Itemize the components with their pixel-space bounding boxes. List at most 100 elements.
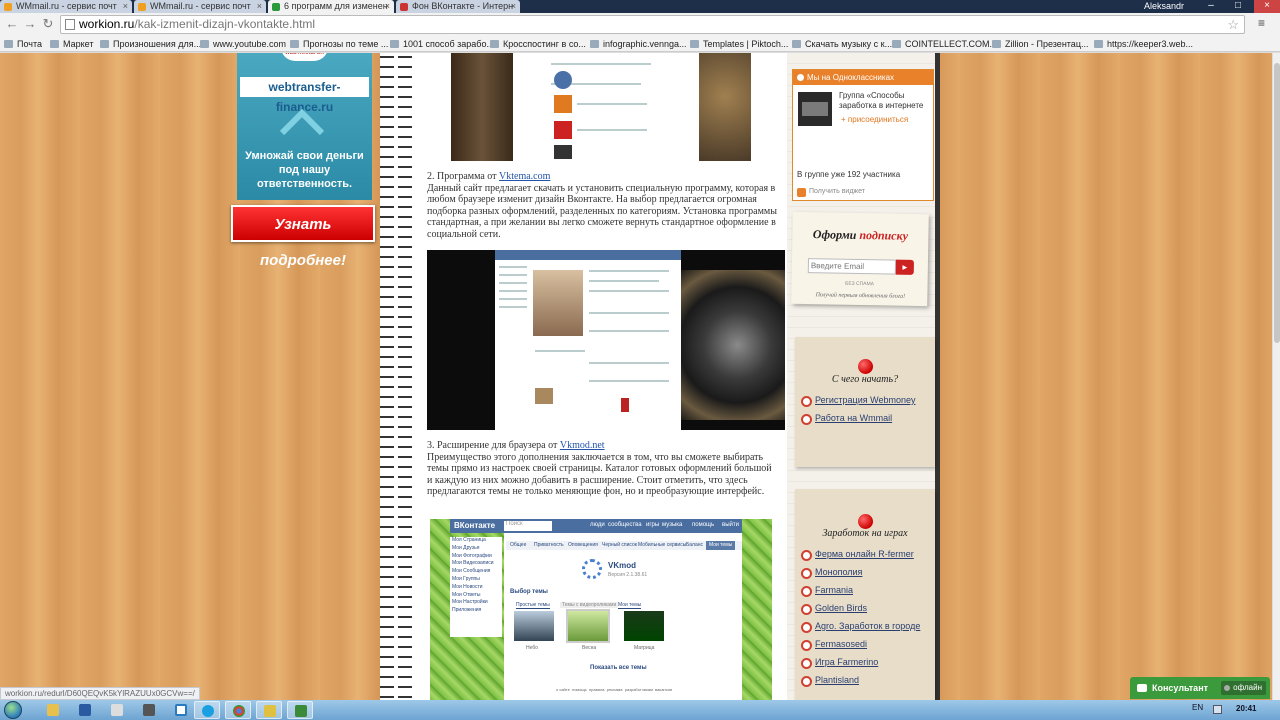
- vktema-link[interactable]: Vktema.com: [499, 171, 550, 182]
- sidebar-link[interactable]: Golden Birds: [801, 602, 931, 620]
- keyboard-language[interactable]: EN: [1192, 703, 1203, 712]
- theme-label: Небо: [526, 645, 538, 651]
- sidebar-link[interactable]: Ферма онлайн R-fermer: [801, 548, 931, 566]
- vk-settings-tab: Баланс: [686, 542, 704, 548]
- odnoklassniki-widget: Мы на Одноклассниках Группа «Способы зар…: [792, 69, 934, 201]
- sidebar-link[interactable]: Plantisland: [801, 674, 931, 692]
- vkmod-section-title: Выбор темы: [510, 589, 548, 595]
- browser-tab[interactable]: WMmail.ru - сервис почт ×: [0, 0, 132, 13]
- browser-tab[interactable]: Фон ВКонтакте - Интерн ×: [396, 0, 520, 13]
- subscribe-submit-button[interactable]: ►: [895, 259, 914, 275]
- taskbar-app[interactable]: [104, 701, 130, 719]
- bookmark-item[interactable]: www.youtube.com: [200, 38, 286, 50]
- vk-header: ВКонтакте Поиск люди сообщества игры муз…: [450, 519, 742, 533]
- bookmark-item[interactable]: Кросспостинг в со...: [490, 38, 586, 50]
- address-bar[interactable]: workion.ru/kak-izmenit-dizajn-vkontakte.…: [60, 15, 1245, 34]
- taskbar-skype[interactable]: [194, 701, 220, 719]
- start-button-icon[interactable]: [4, 701, 22, 719]
- bookmark-star-icon[interactable]: ☆: [1227, 16, 1239, 33]
- ok-group-name[interactable]: Группа «Способы заработка в интернете: [839, 91, 931, 111]
- bookmark-item[interactable]: Почта: [4, 38, 42, 50]
- vk-nav-item: музыка: [662, 522, 683, 528]
- ok-join-link[interactable]: + присоединиться: [841, 115, 908, 124]
- close-tab-icon[interactable]: ×: [385, 0, 390, 13]
- bookmark-item[interactable]: Скачать музыку с к...: [792, 38, 892, 50]
- email-field[interactable]: [807, 258, 896, 275]
- sidebar-link[interactable]: Работа на Wmmail: [801, 412, 931, 430]
- scrollbar-thumb[interactable]: [1274, 63, 1280, 343]
- left-decor-image: [451, 53, 513, 161]
- banner-tagline: Умножай свои деньги под нашу ответственн…: [245, 150, 364, 190]
- bookmark-item[interactable]: Zillion - Презентац...: [992, 38, 1088, 50]
- app-icon: [143, 704, 155, 716]
- sidebar-link[interactable]: Agro. Заработок в городе: [801, 620, 931, 638]
- bookmark-item[interactable]: Templates | Piktoch...: [690, 38, 788, 50]
- taskbar-app[interactable]: [256, 701, 282, 719]
- vk-menu-item: Моя Страница: [452, 537, 486, 543]
- vk-nav-item: игры: [646, 522, 660, 528]
- spiral-binding: [380, 53, 412, 700]
- vk-menu-item: Мои Сообщения: [452, 568, 491, 575]
- item-number: 2. Программа от: [427, 171, 500, 182]
- learn-more-button[interactable]: Узнать подробнее!: [231, 205, 375, 269]
- page-scrollbar[interactable]: [1272, 53, 1280, 700]
- speaker-image: [677, 270, 785, 420]
- taskbar-app[interactable]: [287, 701, 313, 719]
- offline-status-badge: офлайн: [1221, 681, 1266, 695]
- close-tab-icon[interactable]: ×: [257, 0, 262, 13]
- bookmark-item[interactable]: infographic.vennga...: [590, 38, 687, 50]
- ok-join-label: присоединиться: [847, 115, 909, 124]
- dollar-favicon-icon: [272, 3, 280, 11]
- minimize-icon[interactable]: –: [1198, 0, 1224, 13]
- browser-tab[interactable]: WMmail.ru - сервис почт ×: [134, 0, 266, 13]
- vk-settings-tabs: Общее Приватность Оповещения Черный спис…: [506, 541, 742, 550]
- taskbar-app[interactable]: [72, 701, 98, 719]
- bookmark-item[interactable]: Произношения для...: [100, 38, 201, 50]
- taskbar-explorer[interactable]: [40, 701, 66, 719]
- forward-arrow-icon[interactable]: →: [22, 16, 38, 32]
- close-window-icon[interactable]: ×: [1254, 0, 1280, 13]
- vkmod-link[interactable]: Vkmod.net: [560, 440, 605, 451]
- sidebar-link[interactable]: Монополия: [801, 566, 931, 584]
- reload-icon[interactable]: ↻: [40, 16, 56, 32]
- vkmod-version: Версия 2.1.38.61: [608, 572, 648, 578]
- subscribe-note: Получай первым обновления блога!: [815, 292, 906, 300]
- ok-group-avatar[interactable]: [798, 92, 832, 126]
- bookmark-item[interactable]: https://keeper3.web...: [1094, 38, 1193, 50]
- plus-icon: +: [841, 115, 848, 124]
- vkmod-title: VKmod: [608, 561, 636, 570]
- consultant-chat-button[interactable]: Консультант офлайн: [1130, 677, 1270, 699]
- vk-menu-item: Мои Видеозаписи: [452, 560, 494, 567]
- vk-settings-tab: Мобильные сервисы: [638, 542, 687, 548]
- bookmark-item[interactable]: COINTELLECT.COM...: [892, 38, 997, 50]
- system-clock[interactable]: 20:41: [1236, 704, 1256, 713]
- maximize-icon[interactable]: □: [1225, 0, 1251, 13]
- bookmark-item[interactable]: 1001 способ зарабо...: [390, 38, 494, 50]
- chevron-up-icon: [280, 109, 324, 135]
- vkmod-settings: Общее Приватность Оповещения Черный спис…: [506, 537, 742, 700]
- browser-menu-icon[interactable]: ≡: [1258, 16, 1274, 32]
- profile-user-name[interactable]: Aleksandr: [1144, 0, 1184, 13]
- sidebar-link[interactable]: Регистрация Webmoney: [801, 394, 931, 412]
- webtransfer-banner[interactable]: WEBTRANSFER webtransfer-finance.ru Умнож…: [237, 53, 372, 200]
- action-center-flag-icon[interactable]: [1213, 705, 1222, 714]
- windows-taskbar: EN 20:41: [0, 700, 1280, 720]
- sidebar-link[interactable]: Игра Farmerino: [801, 656, 931, 674]
- ok-get-widget-link[interactable]: Получить виджет: [797, 188, 865, 197]
- bookmarks-bar: Почта Маркет Произношения для... www.you…: [0, 36, 1280, 52]
- close-tab-icon[interactable]: ×: [123, 0, 128, 13]
- sidebar-link[interactable]: Fermasosedi: [801, 638, 931, 656]
- close-tab-icon[interactable]: ×: [511, 0, 516, 13]
- taskbar-app[interactable]: [136, 701, 162, 719]
- item-number: 3. Расширение для браузера от: [427, 440, 560, 451]
- banner-site-name: webtransfer-finance.ru: [240, 77, 369, 114]
- bookmark-item[interactable]: Маркет: [50, 38, 93, 50]
- back-arrow-icon[interactable]: ←: [4, 16, 20, 32]
- taskbar-chrome[interactable]: [225, 701, 251, 719]
- browser-tab-active[interactable]: 6 программ для изменен ×: [268, 0, 394, 13]
- document-icon: [111, 704, 123, 716]
- bookmark-item[interactable]: Прогнозы по теме ...: [290, 38, 388, 50]
- taskbar-app[interactable]: [168, 701, 194, 719]
- vkmod-screenshot: ВКонтакте Поиск люди сообщества игры муз…: [430, 519, 772, 700]
- sidebar-link[interactable]: Farmania: [801, 584, 931, 602]
